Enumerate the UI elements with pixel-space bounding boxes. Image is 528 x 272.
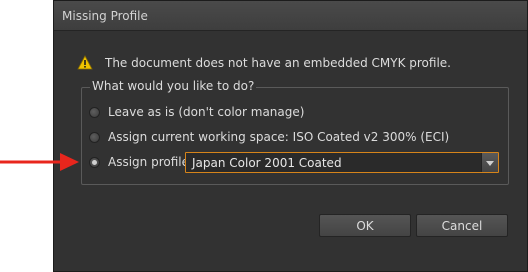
chevron-down-icon[interactable] <box>481 153 498 172</box>
option-label: Leave as is (don't color manage) <box>108 105 305 119</box>
option-label: Assign current working space: ISO Coated… <box>108 130 450 144</box>
group-label: What would you like to do? <box>90 79 257 93</box>
profile-select-value: Japan Color 2001 Coated <box>192 156 342 170</box>
warning-icon <box>77 55 93 70</box>
title-bar[interactable]: Missing Profile <box>54 1 527 31</box>
option-assign-profile[interactable]: Assign profile: <box>89 153 193 171</box>
option-leave-as-is[interactable]: Leave as is (don't color manage) <box>89 103 304 121</box>
radio-assign-working-space[interactable] <box>89 131 100 143</box>
missing-profile-dialog: Missing Profile The document does not ha… <box>53 0 528 272</box>
options-group: What would you like to do? Leave as is (… <box>81 79 509 185</box>
red-arrow-icon <box>0 153 79 171</box>
radio-assign-profile[interactable] <box>89 156 100 168</box>
profile-select[interactable]: Japan Color 2001 Coated <box>185 152 499 173</box>
ok-button[interactable]: OK <box>319 214 411 237</box>
option-assign-working-space[interactable]: Assign current working space: ISO Coated… <box>89 128 449 146</box>
radio-leave-as-is[interactable] <box>89 106 100 118</box>
option-label: Assign profile: <box>108 155 194 169</box>
dialog-message: The document does not have an embedded C… <box>105 56 451 70</box>
dialog-title: Missing Profile <box>62 9 148 23</box>
message-row: The document does not have an embedded C… <box>77 53 451 73</box>
cancel-button[interactable]: Cancel <box>416 214 508 237</box>
